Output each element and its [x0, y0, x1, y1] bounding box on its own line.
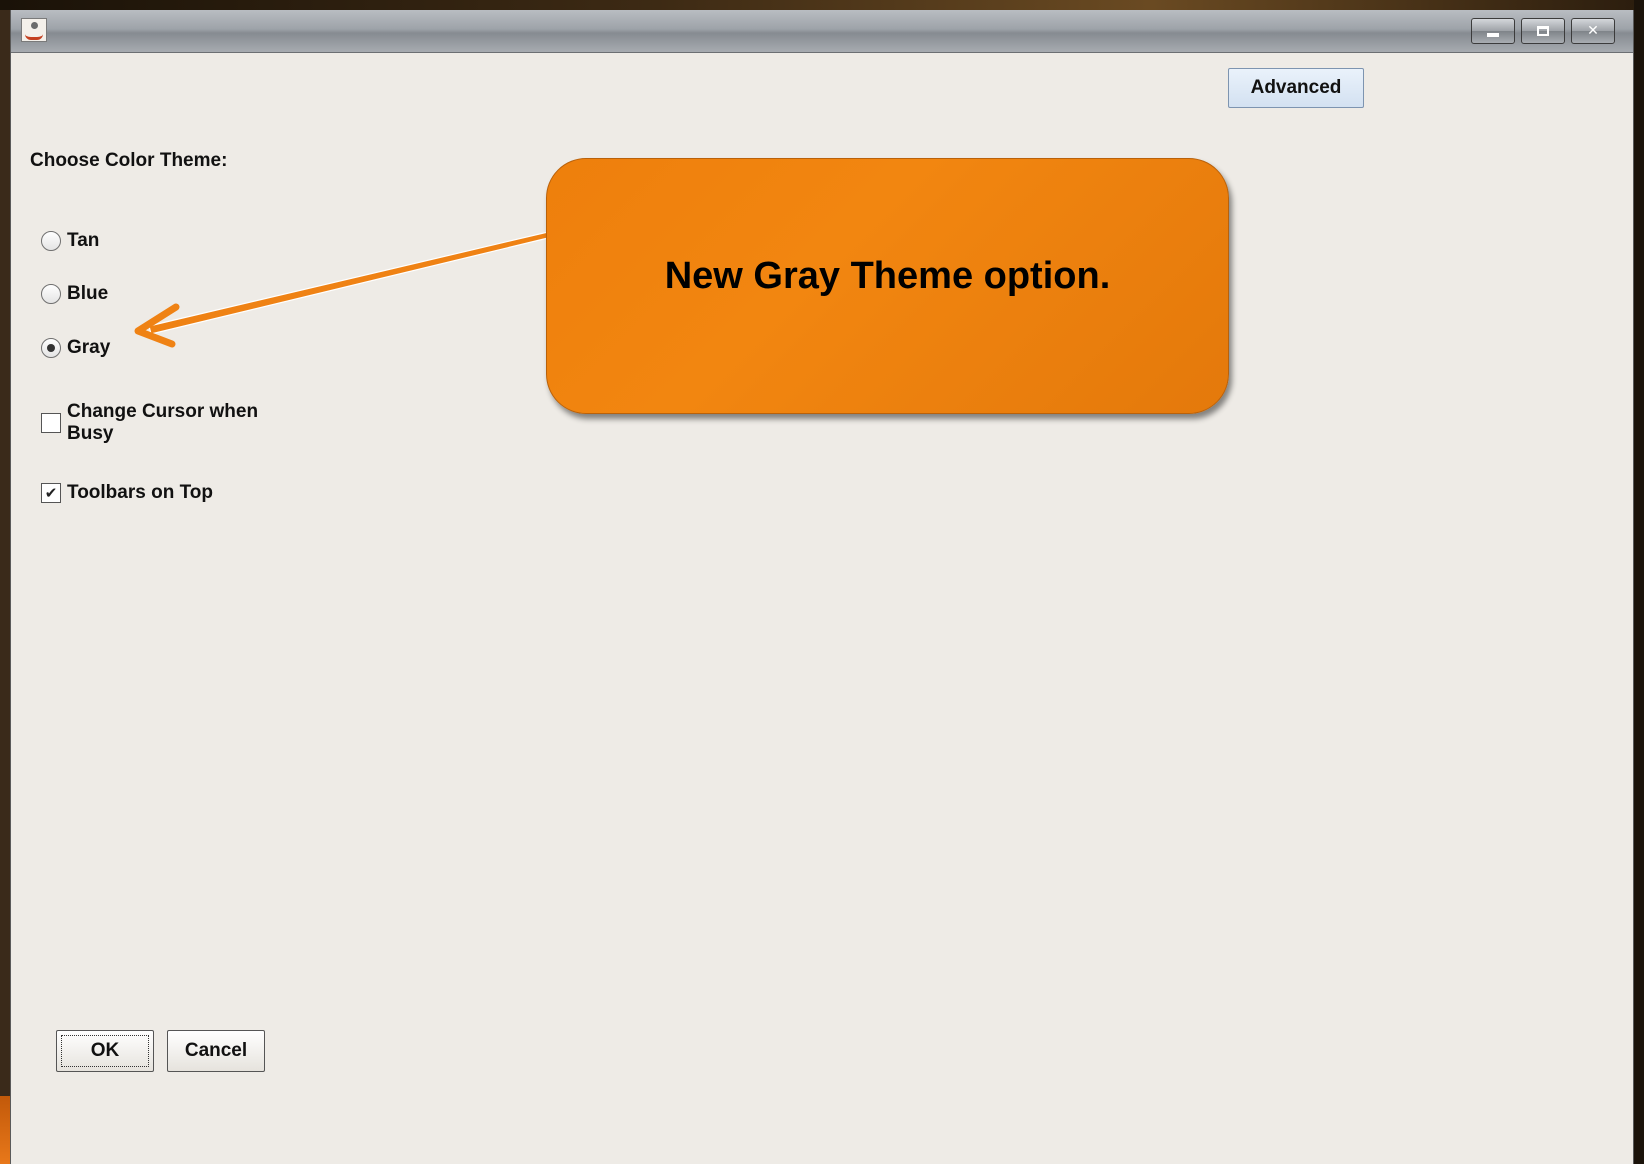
- callout-text: New Gray Theme option.: [664, 254, 1111, 297]
- annotation-callout: New Gray Theme option.: [546, 158, 1229, 414]
- desktop-background-right: [1634, 0, 1644, 1164]
- desktop-background-strip: [0, 1096, 10, 1164]
- callout-arrow-shaft: [148, 231, 549, 335]
- desktop-background-top: [0, 0, 1644, 10]
- preferences-window: ✕ Advanced Choose Color Theme: Tan Blue …: [10, 10, 1634, 1164]
